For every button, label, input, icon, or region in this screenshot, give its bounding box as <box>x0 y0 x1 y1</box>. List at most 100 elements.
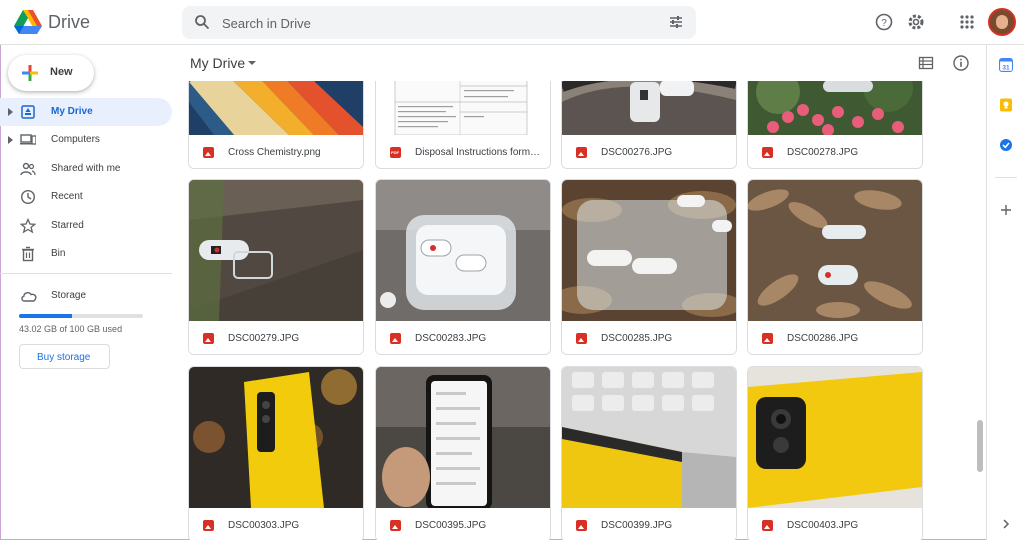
file-name: DSC00403.JPG <box>787 520 859 531</box>
apps-grid-icon[interactable] <box>957 12 977 32</box>
file-thumbnail[interactable] <box>376 81 550 135</box>
account-avatar[interactable] <box>988 8 1016 36</box>
expand-caret-icon[interactable] <box>8 108 13 116</box>
file-name: DSC00285.JPG <box>601 333 673 344</box>
settings-gear-icon[interactable] <box>906 12 926 32</box>
trash-icon <box>22 246 34 262</box>
drive-logo-icon[interactable] <box>14 9 42 35</box>
search-icon[interactable] <box>194 14 210 30</box>
file-thumbnail[interactable] <box>562 81 736 135</box>
sidebar-item-starred[interactable]: Starred <box>0 212 172 240</box>
svg-text:?: ? <box>881 18 887 29</box>
image-file-icon <box>762 147 773 158</box>
sidebar-item-label: Computers <box>51 134 100 145</box>
file-name: Cross Chemistry.png <box>228 147 321 158</box>
file-thumbnail[interactable] <box>189 180 363 321</box>
storage-progress-fill <box>19 314 73 318</box>
file-card[interactable]: DSC00276.JPG <box>561 81 737 169</box>
file-meta: Disposal Instructions format... <box>376 135 550 168</box>
image-file-icon <box>576 147 587 158</box>
storage-used-text: 43.02 GB of 100 GB used <box>19 324 123 334</box>
storage-label[interactable]: Storage <box>51 290 86 301</box>
tasks-icon[interactable] <box>999 138 1013 152</box>
sidebar-item-label: Shared with me <box>51 163 121 174</box>
file-meta: DSC00399.JPG <box>562 508 736 540</box>
image-file-icon <box>762 333 773 344</box>
image-file-icon <box>203 520 214 531</box>
add-addon-icon[interactable] <box>999 203 1013 217</box>
file-name: DSC00286.JPG <box>787 333 859 344</box>
image-file-icon <box>576 333 587 344</box>
file-name: DSC00283.JPG <box>415 333 487 344</box>
file-thumbnail[interactable] <box>562 367 736 508</box>
file-name: DSC00303.JPG <box>228 520 300 531</box>
image-file-icon <box>576 520 587 531</box>
expand-caret-icon[interactable] <box>8 136 13 144</box>
sidebar-item-my-drive[interactable]: My Drive <box>0 98 172 126</box>
breadcrumb-dropdown-icon[interactable] <box>248 61 256 65</box>
file-card[interactable]: DSC00278.JPG <box>747 81 923 169</box>
sidebar: New My Drive Computers Shared with me Re… <box>0 45 176 540</box>
scrollbar-thumb[interactable] <box>977 420 983 472</box>
main-header: My Drive <box>176 45 984 81</box>
image-file-icon <box>390 333 401 344</box>
file-meta: DSC00283.JPG <box>376 321 550 354</box>
file-meta: DSC00303.JPG <box>189 508 363 540</box>
buy-storage-label: Buy storage <box>37 352 91 363</box>
file-meta: DSC00286.JPG <box>748 321 922 354</box>
file-card[interactable]: DSC00279.JPG <box>188 179 364 355</box>
rail-divider <box>995 177 1017 178</box>
calendar-icon[interactable]: 31 <box>999 58 1013 72</box>
computer-icon <box>20 134 36 145</box>
keep-icon[interactable] <box>999 98 1013 112</box>
file-name: DSC00276.JPG <box>601 147 673 158</box>
clock-icon <box>20 189 36 205</box>
file-meta: DSC00278.JPG <box>748 135 922 168</box>
file-card[interactable]: DSC00285.JPG <box>561 179 737 355</box>
file-thumbnail[interactable] <box>189 367 363 508</box>
file-thumbnail[interactable] <box>189 81 363 135</box>
svg-text:31: 31 <box>1002 65 1010 72</box>
sidebar-item-shared-with-me[interactable]: Shared with me <box>0 155 172 183</box>
file-thumbnail[interactable] <box>748 180 922 321</box>
sidebar-item-bin[interactable]: Bin <box>0 240 172 268</box>
file-card[interactable]: Cross Chemistry.png <box>188 81 364 169</box>
file-thumbnail[interactable] <box>748 81 922 135</box>
image-file-icon <box>203 147 214 158</box>
file-card[interactable]: Disposal Instructions format... <box>375 81 551 169</box>
help-icon[interactable]: ? <box>874 12 894 32</box>
breadcrumb[interactable]: My Drive <box>190 55 245 71</box>
people-icon <box>20 162 36 176</box>
image-file-icon <box>762 520 773 531</box>
side-panel-rail: 31 <box>986 45 1024 540</box>
image-file-icon <box>390 520 401 531</box>
file-card[interactable]: DSC00403.JPG <box>747 366 923 540</box>
search-bar[interactable]: Search in Drive <box>182 6 696 39</box>
info-icon[interactable] <box>952 54 970 72</box>
search-input[interactable]: Search in Drive <box>222 16 311 31</box>
file-meta: DSC00285.JPG <box>562 321 736 354</box>
file-card[interactable]: DSC00286.JPG <box>747 179 923 355</box>
buy-storage-button[interactable]: Buy storage <box>19 344 110 369</box>
search-options-icon[interactable] <box>668 14 684 30</box>
star-icon <box>20 218 36 234</box>
file-thumbnail[interactable] <box>562 180 736 321</box>
file-card[interactable]: DSC00303.JPG <box>188 366 364 540</box>
sidebar-item-computers[interactable]: Computers <box>0 126 172 154</box>
file-name: Disposal Instructions format... <box>415 147 543 158</box>
file-name: DSC00395.JPG <box>415 520 487 531</box>
file-meta: DSC00276.JPG <box>562 135 736 168</box>
file-card[interactable]: DSC00283.JPG <box>375 179 551 355</box>
file-thumbnail[interactable] <box>376 367 550 508</box>
my-drive-icon <box>21 105 35 119</box>
file-thumbnail[interactable] <box>376 180 550 321</box>
file-thumbnail[interactable] <box>748 367 922 508</box>
file-meta: Cross Chemistry.png <box>189 135 363 168</box>
file-card[interactable]: DSC00395.JPG <box>375 366 551 540</box>
sidebar-divider <box>0 273 172 274</box>
file-card[interactable]: DSC00399.JPG <box>561 366 737 540</box>
chevron-right-icon[interactable] <box>999 517 1013 531</box>
new-button[interactable]: New <box>8 55 94 91</box>
sidebar-item-recent[interactable]: Recent <box>0 183 172 211</box>
list-view-icon[interactable] <box>918 55 934 71</box>
